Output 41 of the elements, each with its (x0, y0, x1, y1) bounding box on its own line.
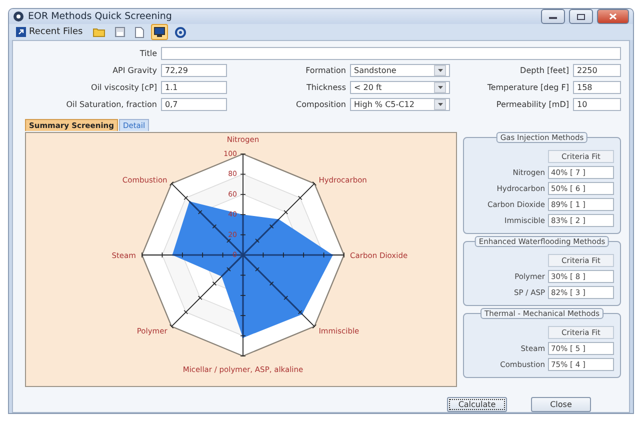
document-icon (134, 26, 144, 38)
field-label: Depth [feet] (519, 66, 569, 75)
input-field[interactable]: 72,29 (161, 64, 227, 77)
title-field[interactable] (161, 47, 621, 60)
maximize-icon (577, 14, 585, 20)
field-label: API Gravity (112, 66, 157, 75)
dialog-button[interactable]: Calculate (447, 397, 507, 412)
field-label: Formation (304, 66, 346, 75)
field-label: Oil Saturation, fraction (65, 100, 157, 109)
recent-files-button[interactable]: Recent Files (13, 24, 86, 40)
input-field[interactable]: 1.1 (161, 81, 227, 94)
field-label: Permeability [mD] (495, 100, 569, 109)
input-field[interactable]: 158 (573, 81, 621, 94)
window-title: EOR Methods Quick Screening (28, 11, 173, 22)
field-label: Composition (295, 100, 346, 109)
field-label: Oil viscosity [cP] (90, 83, 157, 92)
caret-icon (434, 99, 446, 110)
dialog-button[interactable]: Close (531, 397, 591, 412)
close-button[interactable] (597, 9, 629, 24)
circle-icon (174, 26, 186, 38)
input-field[interactable]: 10 (573, 98, 621, 111)
field-label: Thickness (305, 83, 346, 92)
field-label: Title (138, 49, 157, 58)
dropdown-field[interactable]: High % C5-C12 (350, 98, 450, 111)
app-icon (13, 11, 24, 22)
save-icon (114, 27, 125, 37)
close-icon (609, 13, 617, 20)
monitor-icon (154, 27, 165, 37)
input-field[interactable]: 2250 (573, 64, 621, 77)
toolbar-button[interactable] (150, 24, 168, 40)
minimize-button[interactable] (541, 9, 565, 24)
folder-icon (92, 27, 105, 37)
dropdown-field[interactable]: < 20 ft (350, 81, 450, 94)
field-label: Temperature [deg F] (486, 83, 569, 92)
minimize-icon (549, 14, 557, 18)
dropdown-field[interactable]: Sandstone (350, 64, 450, 77)
recent-files-icon (16, 27, 26, 37)
maximize-button[interactable] (569, 9, 593, 24)
input-field[interactable]: 0,7 (161, 98, 227, 111)
caret-icon (434, 65, 446, 76)
caret-icon (434, 82, 446, 93)
